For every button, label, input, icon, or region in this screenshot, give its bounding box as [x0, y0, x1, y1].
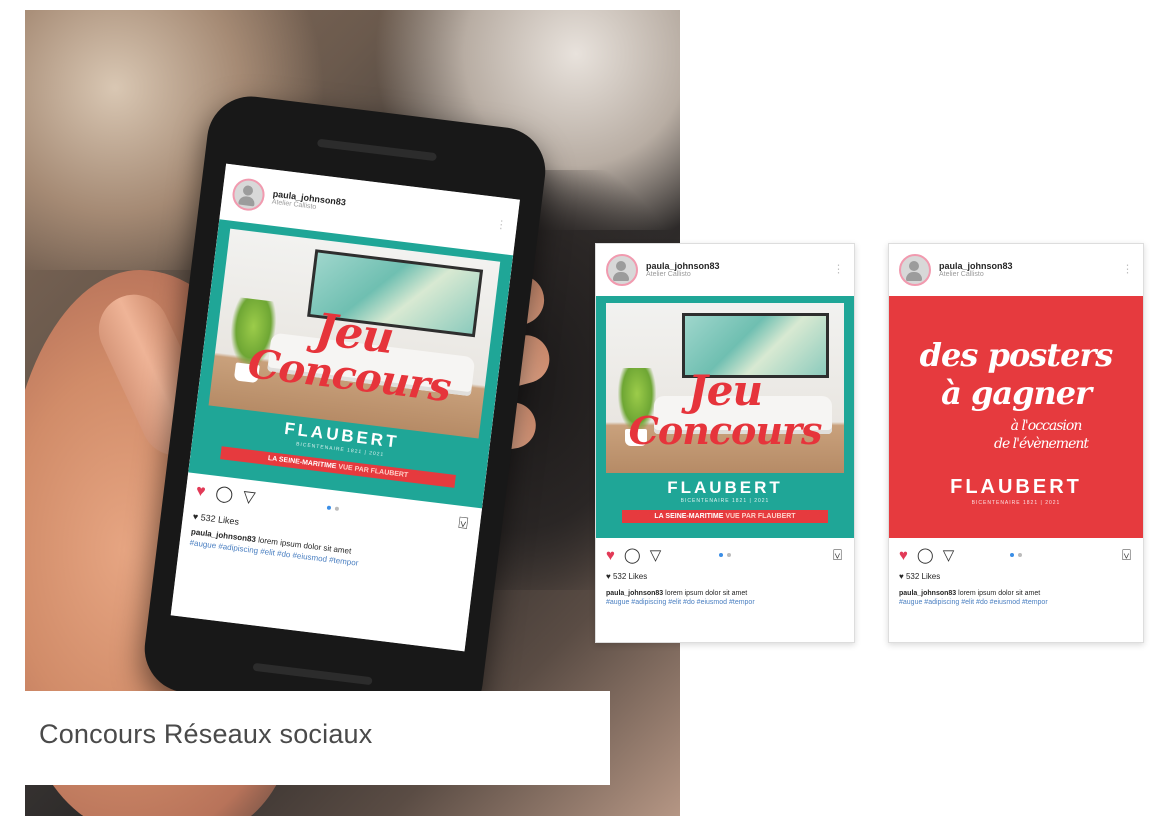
caption-username[interactable]: paula_johnson83 [899, 590, 956, 597]
post-image: Jeu Concours FLAUBERT BICENTENAIRE 1821 … [596, 296, 854, 538]
heart-icon[interactable]: ♥ [899, 548, 908, 563]
send-icon[interactable]: ▽ [650, 548, 662, 563]
post-location[interactable]: Atelier Callisto [939, 271, 1013, 279]
post-username[interactable]: paula_johnson83 [646, 261, 720, 271]
banner-highlight: VUE PAR FLAUBERT [337, 463, 409, 480]
avatar-icon[interactable] [230, 176, 267, 213]
script-concours: Concours [628, 408, 823, 453]
brand-name: FLAUBERT [950, 476, 1082, 498]
post-actions: ♥ ◯ ▽ ⍌ [596, 538, 854, 572]
phone-bottom-speaker [252, 662, 373, 686]
bookmark-icon[interactable]: ⍌ [1122, 548, 1131, 563]
carousel-dots [719, 553, 731, 557]
banner-highlight: VUE PAR FLAUBERT [725, 513, 796, 520]
phone-speaker [316, 138, 437, 162]
caption-text: lorem ipsum dolor sit amet [665, 590, 748, 597]
more-icon[interactable]: ⋮ [495, 219, 507, 232]
subline-2: de l'évènement [993, 436, 1089, 452]
heart-icon[interactable]: ♥ [195, 483, 207, 501]
post-header: paula_johnson83 Atelier Callisto ⋮ [596, 244, 854, 296]
comment-icon[interactable]: ◯ [624, 548, 641, 563]
post-actions: ♥ ◯ ▽ ⍌ [889, 538, 1143, 572]
avatar-icon[interactable] [606, 254, 638, 286]
banner-main: LA SEINE-MARITIME [654, 513, 724, 520]
headline-line-1: des posters [919, 336, 1114, 374]
brand-name: FLAUBERT [667, 478, 783, 497]
post-image: Jeu Concours FLAUBERT BICENTENAIRE 1821 … [188, 219, 514, 509]
send-icon[interactable]: ▽ [242, 488, 256, 506]
post-banner: LA SEINE-MARITIME VUE PAR FLAUBERT [621, 510, 829, 523]
bookmark-icon[interactable]: ⍌ [457, 515, 469, 533]
subline-1: à l'occasion [1010, 418, 1083, 434]
caption-username[interactable]: paula_johnson83 [606, 590, 663, 597]
phone-instagram-post: paula_johnson83 Atelier Callisto ⋮ Jeu C… [170, 163, 520, 652]
banner-main: LA SEINE-MARITIME [267, 454, 337, 471]
comment-icon[interactable]: ◯ [214, 485, 234, 504]
post-caption: paula_johnson83 lorem ipsum dolor sit am… [889, 581, 1143, 608]
instagram-post-card-2: paula_johnson83 Atelier Callisto ⋮ des p… [888, 243, 1144, 643]
brand-subtitle: BICENTENAIRE 1821 | 2021 [680, 498, 770, 504]
post-header: paula_johnson83 Atelier Callisto ⋮ [889, 244, 1143, 296]
smartphone: paula_johnson83 Atelier Callisto ⋮ Jeu C… [139, 91, 551, 729]
more-icon[interactable]: ⋮ [1122, 264, 1133, 276]
section-title: Concours Réseaux sociaux [39, 719, 373, 749]
heart-icon[interactable]: ♥ [606, 548, 615, 563]
avatar-icon[interactable] [899, 254, 931, 286]
caption-panel: Concours Réseaux sociaux [25, 691, 610, 785]
comment-icon[interactable]: ◯ [917, 548, 934, 563]
post-username[interactable]: paula_johnson83 [939, 261, 1013, 271]
caption-hashtags[interactable]: #augue #adipiscing #elit #do #eiusmod #t… [899, 599, 1048, 606]
carousel-dots [326, 505, 340, 511]
send-icon[interactable]: ▽ [943, 548, 955, 563]
post-image: des posters à gagner à l'occasion de l'é… [889, 296, 1143, 538]
brand-subtitle: BICENTENAIRE 1821 | 2021 [971, 500, 1061, 506]
headline-line-2: à gagner [941, 374, 1092, 412]
phone-screen: paula_johnson83 Atelier Callisto ⋮ Jeu C… [170, 163, 520, 652]
instagram-post-card-1: paula_johnson83 Atelier Callisto ⋮ Jeu C… [595, 243, 855, 643]
carousel-dots [1010, 553, 1022, 557]
more-icon[interactable]: ⋮ [833, 264, 844, 276]
caption-text: lorem ipsum dolor sit amet [958, 590, 1041, 597]
likes-count: ♥ 532 Likes [606, 572, 648, 581]
likes-count: ♥ 532 Likes [899, 572, 941, 581]
post-location[interactable]: Atelier Callisto [646, 271, 720, 279]
bookmark-icon[interactable]: ⍌ [833, 548, 842, 563]
caption-hashtags[interactable]: #augue #adipiscing #elit #do #eiusmod #t… [606, 599, 755, 606]
post-caption: paula_johnson83 lorem ipsum dolor sit am… [596, 581, 854, 608]
